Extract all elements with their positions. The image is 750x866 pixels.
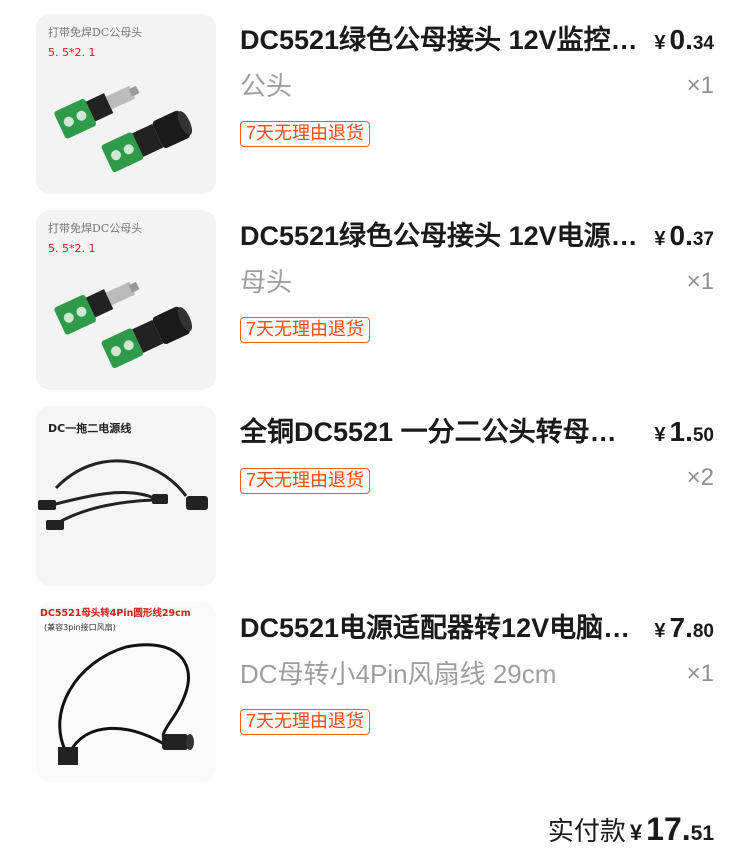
price-decimal: 80: [692, 621, 714, 642]
product-title[interactable]: DC5521绿色公母接头 12V电源转接头: [240, 216, 638, 256]
product-image[interactable]: 打带免焊DC公母头 5. 5*2. 1: [36, 14, 216, 194]
item-quantity: ×1: [686, 72, 714, 99]
price-decimal: 50: [692, 425, 714, 446]
image-sub: 5. 5*2. 1: [48, 242, 95, 255]
price-decimal: 37: [692, 229, 714, 250]
product-image[interactable]: DC一拖二电源线: [36, 406, 216, 586]
item-price: ¥7.80: [654, 608, 714, 653]
connector-pair-image: 打带免焊DC公母头 5. 5*2. 1: [48, 25, 193, 173]
currency-symbol: ¥: [654, 32, 666, 54]
order-total: 实付款 ¥17.51: [548, 805, 714, 860]
product-spec: 公头: [240, 71, 293, 101]
return-policy-badge: 7天无理由退货: [240, 709, 371, 735]
image-caption: 打带免焊DC公母头: [48, 221, 142, 235]
price-decimal: 34: [692, 33, 714, 54]
item-price: ¥0.37: [654, 216, 714, 261]
price-integer: 1.: [669, 416, 693, 447]
product-spec: DC母转小4Pin风扇线 29cm: [240, 659, 557, 689]
return-policy-badge: 7天无理由退货: [240, 468, 371, 494]
currency-symbol: ¥: [629, 820, 643, 845]
product-spec: 母头: [240, 267, 293, 297]
price-integer: 0.: [669, 24, 693, 55]
order-item[interactable]: DC5521母头转4Pin圆形线29cm (兼容3pin接口风扇) DC5521…: [0, 602, 750, 798]
currency-symbol: ¥: [654, 228, 666, 250]
item-quantity: ×1: [686, 660, 714, 687]
connector-pair-image: 打带免焊DC公母头 5. 5*2. 1: [48, 221, 193, 369]
total-decimal: 51: [690, 822, 714, 845]
currency-symbol: ¥: [654, 424, 666, 446]
price-integer: 0.: [669, 220, 693, 251]
currency-symbol: ¥: [654, 620, 666, 642]
product-image[interactable]: 打带免焊DC公母头 5. 5*2. 1: [36, 210, 216, 390]
product-title[interactable]: DC5521绿色公母接头 12V监控电源转接头: [240, 20, 638, 60]
return-policy-badge: 7天无理由退货: [240, 317, 371, 343]
total-integer: 17.: [646, 811, 691, 847]
order-item[interactable]: 打带免焊DC公母头 5. 5*2. 1 DC5521绿色公母接头 12V电源转接…: [0, 210, 750, 406]
splitter-cable-image: DC一拖二电源线: [36, 406, 216, 586]
image-caption: 打带免焊DC公母头: [48, 25, 142, 39]
fan-cable-image: DC5521母头转4Pin圆形线29cm (兼容3pin接口风扇): [36, 602, 216, 782]
image-sub: (兼容3pin接口风扇): [44, 622, 116, 632]
image-caption: DC5521母头转4Pin圆形线29cm: [40, 607, 191, 619]
total-label: 实付款: [547, 816, 626, 846]
return-policy-badge: 7天无理由退货: [240, 121, 371, 147]
item-quantity: ×2: [686, 464, 714, 491]
item-price: ¥0.34: [654, 20, 714, 65]
item-price: ¥1.50: [654, 412, 714, 457]
image-sub: 5. 5*2. 1: [48, 46, 95, 59]
order-item[interactable]: 打带免焊DC公母头 5. 5*2. 1 DC5521绿色公母接头 12V监控电源…: [0, 14, 750, 210]
image-caption: DC一拖二电源线: [48, 421, 131, 435]
product-title[interactable]: 全铜DC5521 一分二公头转母头电源线: [240, 412, 638, 452]
product-image[interactable]: DC5521母头转4Pin圆形线29cm (兼容3pin接口风扇): [36, 602, 216, 782]
item-quantity: ×1: [686, 268, 714, 295]
price-integer: 7.: [669, 612, 693, 643]
order-item[interactable]: DC一拖二电源线 全铜DC5521 一分二公头转母头电源线 ¥1.50 ×2 7…: [0, 406, 750, 602]
product-title[interactable]: DC5521电源适配器转12V电脑风扇线: [240, 608, 638, 648]
